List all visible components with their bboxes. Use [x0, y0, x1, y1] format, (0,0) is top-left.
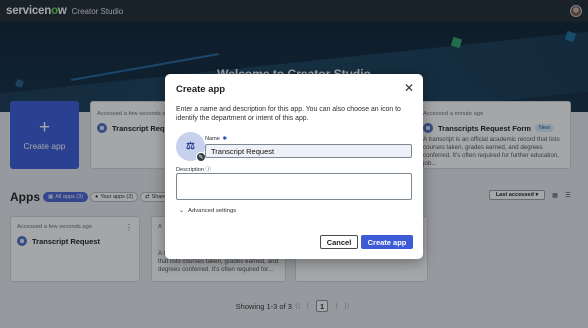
dialog-description: Enter a name and description for this ap… [176, 106, 401, 122]
name-field-label: Name ✱ [205, 136, 228, 142]
app-icon-picker[interactable]: ⚖ ✎ [176, 132, 206, 162]
description-field[interactable] [176, 173, 412, 200]
close-icon[interactable]: ✕ [404, 82, 414, 94]
scales-icon: ⚖ [186, 141, 195, 152]
name-field[interactable] [205, 144, 412, 158]
chevron-down-icon: ⌄ [179, 208, 185, 214]
advanced-settings-toggle[interactable]: ⌄ Advanced settings [179, 207, 236, 215]
cancel-button[interactable]: Cancel [320, 235, 358, 249]
description-field-label: Description ⓘ [176, 167, 212, 173]
create-app-dialog: Create app ✕ Enter a name and descriptio… [165, 74, 423, 259]
required-icon: ✱ [222, 136, 228, 142]
dialog-title: Create app [176, 84, 226, 95]
create-app-button[interactable]: Create app [361, 235, 413, 249]
